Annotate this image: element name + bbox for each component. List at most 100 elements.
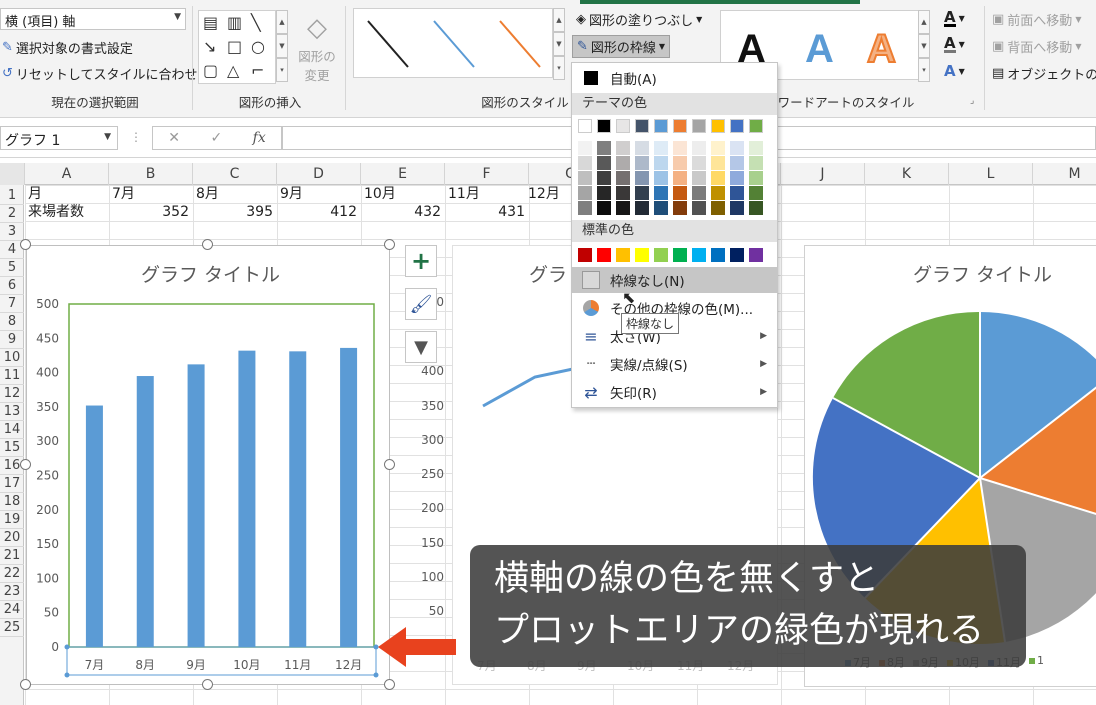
cell-E1[interactable]: 10月 bbox=[364, 185, 396, 203]
shape-outline-button[interactable]: ✎ 図形の枠線 ▼ bbox=[572, 35, 671, 58]
column-header-M[interactable]: M bbox=[1033, 163, 1096, 185]
shapes-scroll-up-icon[interactable]: ▲ bbox=[276, 10, 288, 34]
column-header-J[interactable]: J bbox=[781, 163, 865, 185]
standard-color-swatch[interactable] bbox=[692, 248, 706, 262]
row-header-18[interactable]: 18 bbox=[0, 493, 24, 511]
axis-handle[interactable] bbox=[64, 644, 70, 650]
theme-color-swatch[interactable] bbox=[635, 119, 649, 133]
bar-11月[interactable] bbox=[289, 351, 307, 647]
row-header-19[interactable]: 19 bbox=[0, 511, 24, 529]
style-scroll-down-icon[interactable]: ▼ bbox=[553, 32, 565, 56]
row-header-24[interactable]: 24 bbox=[0, 601, 24, 619]
textbox-shape-icon[interactable]: ▤ bbox=[203, 15, 218, 31]
standard-color-swatch[interactable] bbox=[673, 248, 687, 262]
theme-shade-swatch[interactable] bbox=[654, 156, 668, 170]
select-all-corner[interactable] bbox=[0, 163, 25, 185]
column-header-C[interactable]: C bbox=[193, 163, 277, 185]
row-header-13[interactable]: 13 bbox=[0, 403, 24, 421]
format-selection-button[interactable]: ✎ 選択対象の書式設定 bbox=[2, 38, 133, 57]
row-header-3[interactable]: 3 bbox=[0, 223, 24, 241]
row-header-1[interactable]: 1 bbox=[0, 187, 24, 205]
shapes-gallery[interactable]: ▤ ▥ ╲ ↘ □ ○ ▢ △ ⌐ bbox=[198, 10, 276, 84]
theme-shade-swatch[interactable] bbox=[749, 156, 763, 170]
row-header-12[interactable]: 12 bbox=[0, 385, 24, 403]
theme-shade-swatch[interactable] bbox=[635, 141, 649, 155]
theme-shade-swatch[interactable] bbox=[711, 156, 725, 170]
axis-handle[interactable] bbox=[373, 672, 379, 678]
theme-shade-swatch[interactable] bbox=[616, 186, 630, 200]
theme-color-swatch[interactable] bbox=[616, 119, 630, 133]
theme-shade-swatch[interactable] bbox=[749, 141, 763, 155]
vertical-textbox-shape-icon[interactable]: ▥ bbox=[227, 15, 242, 31]
row-header-20[interactable]: 20 bbox=[0, 529, 24, 547]
resize-handle[interactable] bbox=[384, 459, 395, 470]
oval-shape-icon[interactable]: ○ bbox=[251, 39, 265, 55]
theme-shade-swatch[interactable] bbox=[730, 201, 744, 215]
cell-F1[interactable]: 11月 bbox=[448, 185, 480, 203]
theme-shade-swatch[interactable] bbox=[692, 141, 706, 155]
theme-shade-swatch[interactable] bbox=[597, 141, 611, 155]
cell-B2[interactable]: 352 bbox=[109, 203, 189, 221]
theme-shade-swatch[interactable] bbox=[673, 186, 687, 200]
wordart-style-blue[interactable]: A bbox=[805, 27, 834, 72]
theme-shade-swatch[interactable] bbox=[616, 171, 630, 185]
insert-function-button[interactable]: fx bbox=[253, 130, 266, 146]
row-header-10[interactable]: 10 bbox=[0, 349, 24, 367]
menu-item-dashes[interactable]: ┄ 実線/点線(S) ▶ bbox=[572, 351, 777, 377]
theme-shade-swatch[interactable] bbox=[635, 156, 649, 170]
text-effects-button[interactable]: A ▼ bbox=[944, 62, 965, 80]
check-icon[interactable]: ✓ bbox=[210, 130, 222, 146]
rectangle-shape-icon[interactable]: □ bbox=[227, 39, 242, 55]
column-header-K[interactable]: K bbox=[865, 163, 949, 185]
wordart-more-icon[interactable]: ▾ bbox=[918, 58, 930, 82]
column-header-L[interactable]: L bbox=[949, 163, 1033, 185]
standard-color-swatch[interactable] bbox=[635, 248, 649, 262]
chart-styles-button[interactable]: 🖌 bbox=[405, 288, 437, 320]
theme-shade-swatch[interactable] bbox=[673, 141, 687, 155]
resize-handle[interactable] bbox=[20, 239, 31, 250]
theme-shade-swatch[interactable] bbox=[654, 171, 668, 185]
theme-shade-swatch[interactable] bbox=[635, 171, 649, 185]
theme-shade-swatch[interactable] bbox=[654, 141, 668, 155]
name-box[interactable]: グラフ 1 ▼ bbox=[0, 126, 118, 150]
row-header-14[interactable]: 14 bbox=[0, 421, 24, 439]
theme-color-swatch[interactable] bbox=[730, 119, 744, 133]
shapes-more-icon[interactable]: ▾ bbox=[276, 58, 288, 82]
pie-legend-entry[interactable]: 1 bbox=[1029, 654, 1044, 670]
theme-shade-swatch[interactable] bbox=[597, 171, 611, 185]
wordart-style-orange[interactable]: A bbox=[866, 26, 897, 72]
chart-element-combo[interactable]: 横 (項目) 軸 ▼ bbox=[0, 8, 186, 30]
theme-color-swatch[interactable] bbox=[597, 119, 611, 133]
theme-shade-swatch[interactable] bbox=[578, 186, 592, 200]
theme-color-swatch[interactable] bbox=[578, 119, 592, 133]
row-header-11[interactable]: 11 bbox=[0, 367, 24, 385]
theme-shade-swatch[interactable] bbox=[730, 141, 744, 155]
row-header-17[interactable]: 17 bbox=[0, 475, 24, 493]
theme-color-swatch[interactable] bbox=[749, 119, 763, 133]
theme-shade-swatch[interactable] bbox=[673, 201, 687, 215]
theme-shade-swatch[interactable] bbox=[654, 186, 668, 200]
wordart-scroll-up-icon[interactable]: ▲ bbox=[918, 10, 930, 34]
resize-handle[interactable] bbox=[202, 679, 213, 690]
column-header-A[interactable]: A bbox=[25, 163, 109, 185]
row-header-15[interactable]: 15 bbox=[0, 439, 24, 457]
menu-item-arrows[interactable]: ⇄ 矢印(R) ▶ bbox=[572, 379, 777, 405]
connector-shape-icon[interactable]: ⌐ bbox=[251, 63, 264, 79]
cell-F2[interactable]: 431 bbox=[445, 203, 525, 221]
text-fill-button[interactable]: A ▼ bbox=[944, 10, 965, 27]
theme-color-swatch[interactable] bbox=[692, 119, 706, 133]
rounded-rect-shape-icon[interactable]: ▢ bbox=[203, 63, 218, 79]
standard-color-swatch[interactable] bbox=[654, 248, 668, 262]
resize-handle[interactable] bbox=[20, 679, 31, 690]
send-backward-button[interactable]: ▣ 背面へ移動 ▼ bbox=[992, 37, 1081, 56]
theme-shade-swatch[interactable] bbox=[578, 156, 592, 170]
theme-shade-swatch[interactable] bbox=[616, 141, 630, 155]
theme-shade-swatch[interactable] bbox=[673, 156, 687, 170]
standard-color-swatch[interactable] bbox=[730, 248, 744, 262]
axis-handle[interactable] bbox=[64, 672, 70, 678]
theme-shade-swatch[interactable] bbox=[730, 171, 744, 185]
cell-G1[interactable]: 12月 bbox=[528, 185, 560, 203]
theme-shade-swatch[interactable] bbox=[635, 201, 649, 215]
theme-shade-swatch[interactable] bbox=[673, 171, 687, 185]
row-header-8[interactable]: 8 bbox=[0, 313, 24, 331]
